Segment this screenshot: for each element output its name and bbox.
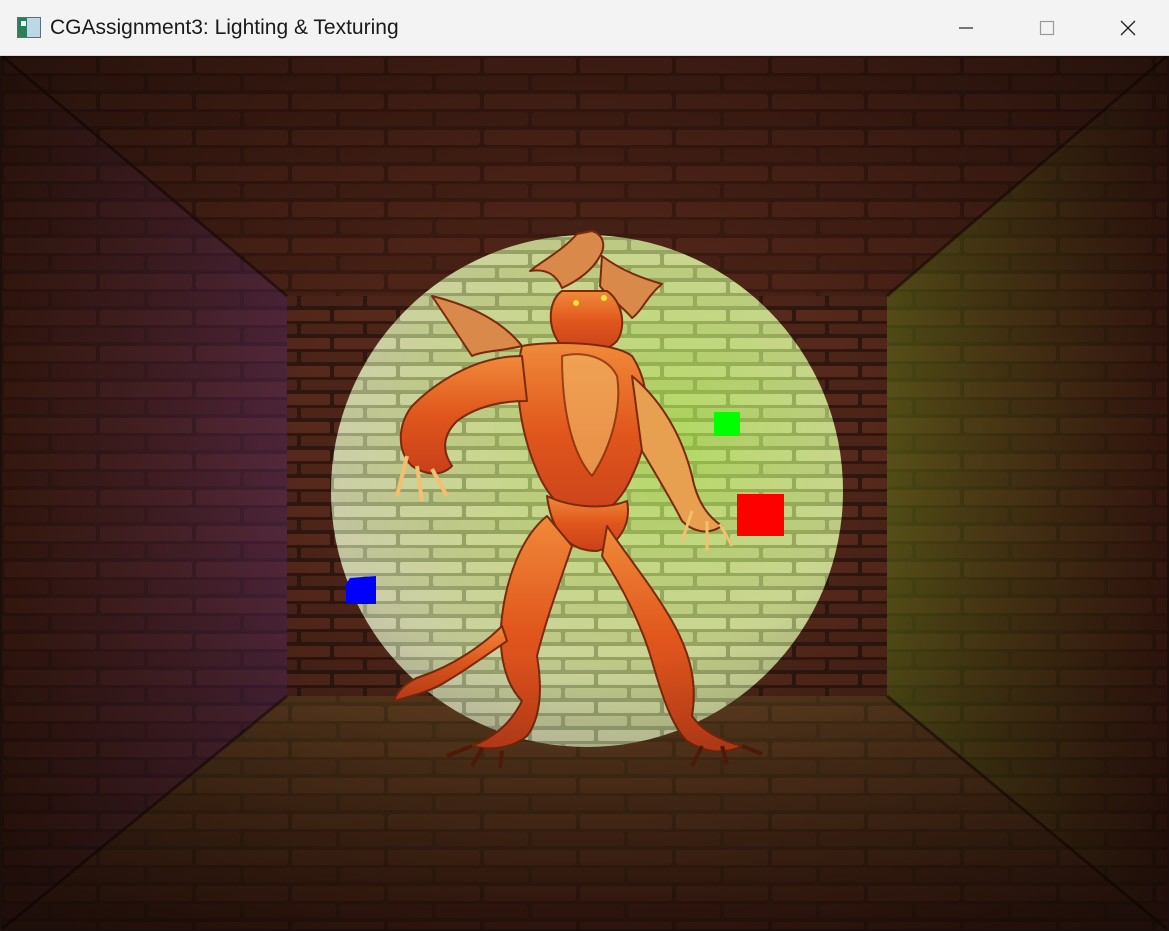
minimize-button[interactable]	[926, 0, 1006, 56]
title-bar[interactable]: CGAssignment3: Lighting & Texturing	[0, 0, 1169, 56]
opengl-viewport[interactable]	[2, 56, 1167, 929]
close-button[interactable]	[1088, 0, 1168, 56]
minimize-icon	[959, 27, 973, 29]
maximize-button[interactable]	[1007, 0, 1087, 56]
app-icon[interactable]	[17, 17, 41, 38]
window-title: CGAssignment3: Lighting & Texturing	[50, 16, 399, 39]
scene-render	[2, 56, 1167, 929]
maximize-icon	[1039, 20, 1055, 36]
app-window: CGAssignment3: Lighting & Texturing	[0, 0, 1169, 931]
close-icon	[1120, 20, 1136, 36]
